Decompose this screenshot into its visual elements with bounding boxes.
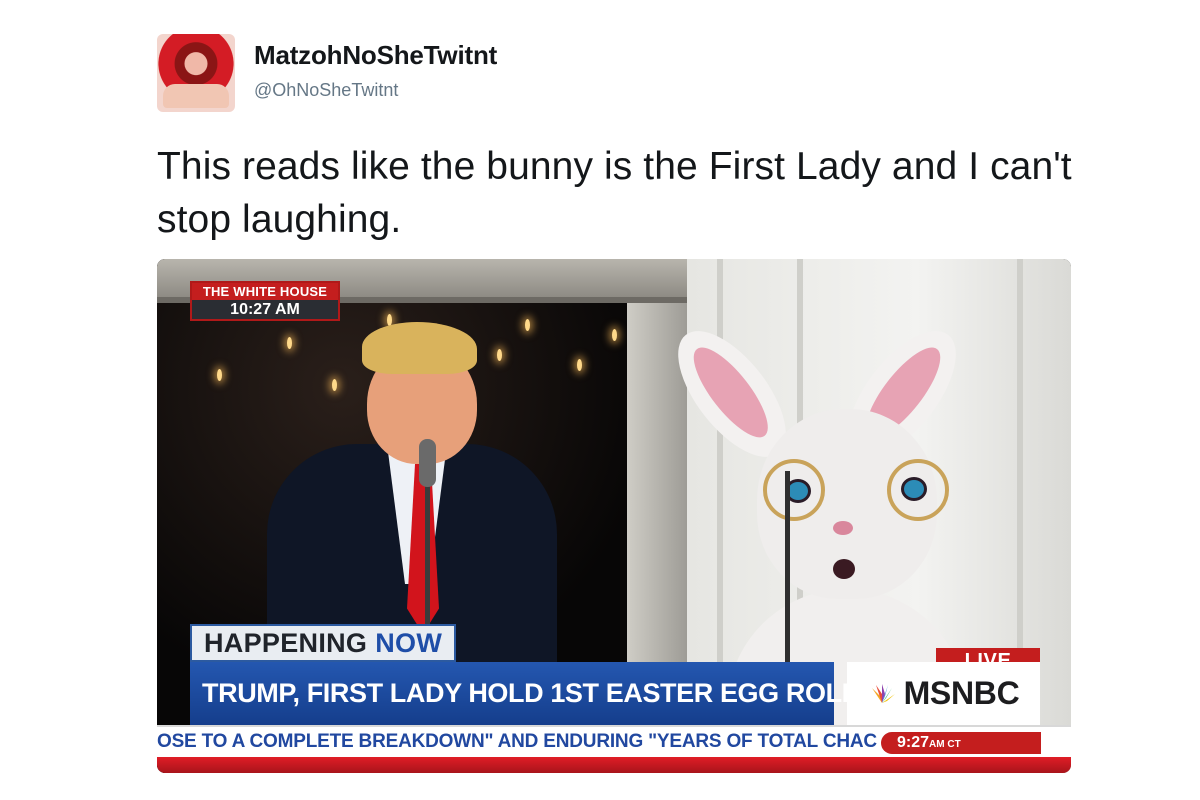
location-time: 10:27 AM — [192, 300, 338, 319]
ticker-time-main: 9:27 — [897, 734, 930, 751]
glasses-right-lens — [887, 459, 949, 521]
location-title: THE WHITE HOUSE — [192, 283, 338, 300]
light-icon — [217, 369, 222, 381]
light-icon — [332, 379, 337, 391]
light-icon — [525, 319, 530, 331]
now-label-word: NOW — [375, 627, 443, 658]
peacock-icon — [871, 683, 895, 703]
news-headline: TRUMP, FIRST LADY HOLD 1ST EASTER EGG RO… — [202, 678, 858, 708]
tweet-text: This reads like the bunny is the First L… — [157, 145, 1072, 241]
tweet: MatzohNoSheTwitnt @OhNoSheTwitnt This re… — [0, 0, 1200, 800]
ticker-text: OSE TO A COMPLETE BREAKDOWN" AND ENDURIN… — [157, 731, 877, 752]
light-icon — [612, 329, 617, 341]
avatar[interactable] — [157, 34, 235, 112]
happening-now-label: HAPPENING NOW — [190, 624, 457, 662]
light-icon — [287, 337, 292, 349]
news-ticker: OSE TO A COMPLETE BREAKDOWN" AND ENDURIN… — [157, 725, 1071, 757]
display-name[interactable]: MatzohNoSheTwitnt — [254, 40, 497, 71]
bunny-nose — [833, 521, 853, 535]
ticker-bottom-bar — [157, 757, 1071, 773]
ticker-time-suffix: AM CT — [929, 739, 961, 750]
news-headline-banner: TRUMP, FIRST LADY HOLD 1ST EASTER EGG RO… — [190, 662, 858, 725]
happening-label-word: HAPPENING — [204, 627, 368, 658]
ticker-time: 9:27AM CT — [881, 732, 1041, 754]
user-handle[interactable]: @OhNoSheTwitnt — [254, 80, 398, 101]
hands-graphic — [163, 84, 229, 108]
bunny-mouth — [833, 559, 855, 579]
speaker-hair — [362, 322, 477, 374]
tweet-media-image[interactable]: THE WHITE HOUSE 10:27 AM HAPPENING NOW T… — [157, 259, 1071, 773]
light-icon — [497, 349, 502, 361]
location-badge: THE WHITE HOUSE 10:27 AM — [190, 281, 340, 321]
network-name: MSNBC — [903, 675, 1020, 711]
network-logo: MSNBC — [847, 662, 1040, 725]
light-icon — [577, 359, 582, 371]
glasses-left-lens — [763, 459, 825, 521]
microphone-icon — [419, 439, 436, 487]
